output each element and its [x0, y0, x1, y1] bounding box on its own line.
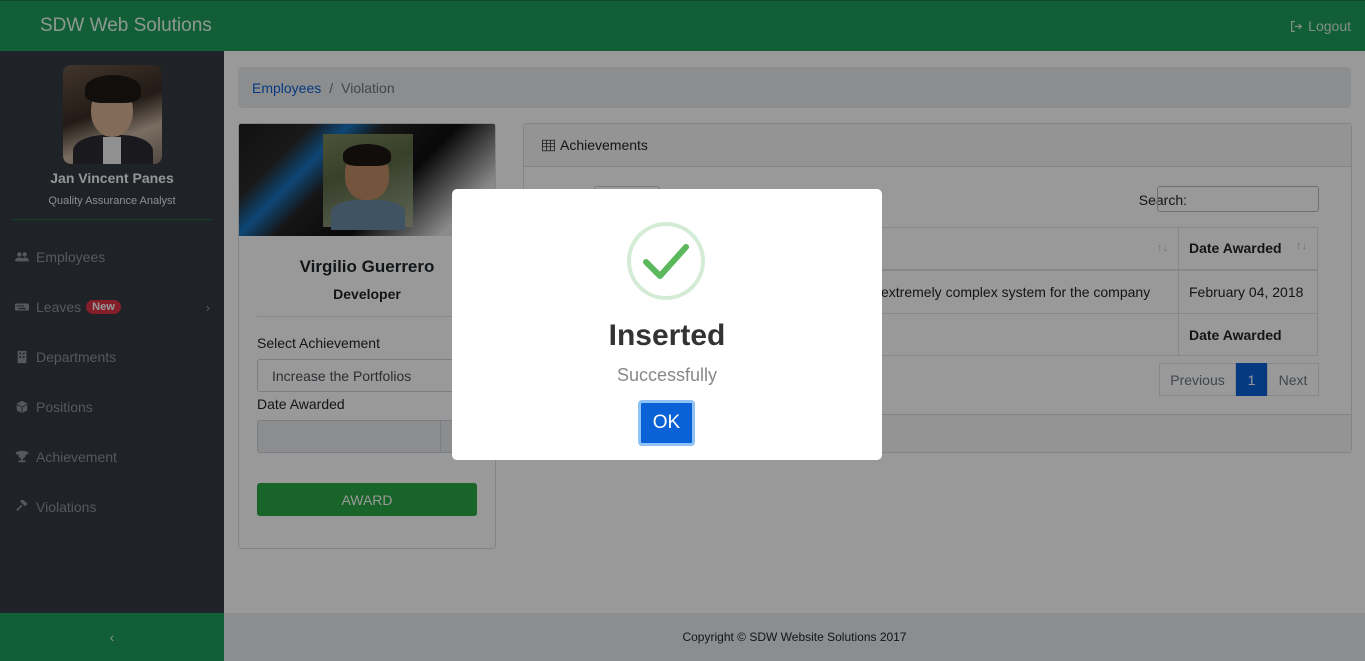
ok-button[interactable]: OK: [638, 400, 695, 446]
success-modal: Inserted Successfully OK: [452, 189, 882, 460]
success-check-icon: [627, 222, 705, 300]
modal-text: Successfully: [616, 365, 718, 385]
modal-title: Inserted: [608, 319, 726, 352]
